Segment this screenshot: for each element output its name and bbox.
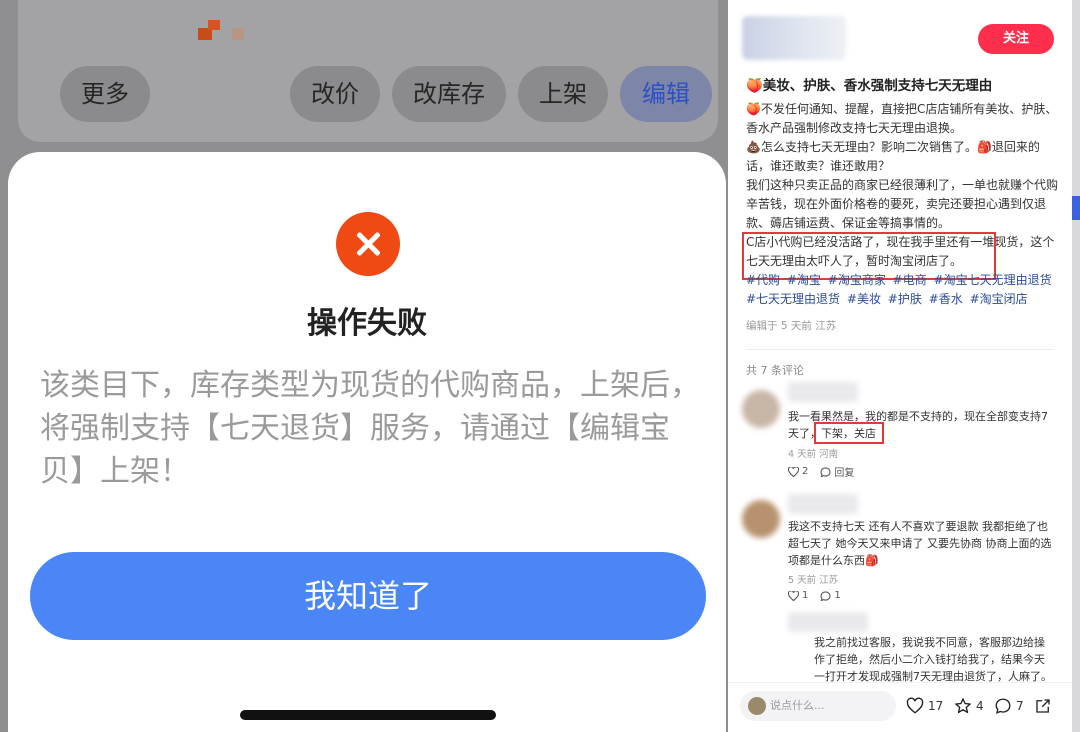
comment-meta: 5 天前 江苏 (788, 575, 839, 586)
highlight-box (814, 422, 884, 444)
product-toolbar-area: 更多 改价 改库存 上架 编辑 (18, 0, 718, 142)
follow-button[interactable]: 关注 (978, 24, 1054, 54)
dialog-message: 该类目下，库存类型为现货的代购商品，上架后，将强制支持【七天退货】服务，请通过【… (40, 368, 700, 489)
divider (746, 349, 1054, 350)
comment-like-count: 2 (802, 466, 809, 477)
tag-link[interactable]: #美妆 (847, 292, 881, 306)
star-icon (955, 698, 971, 714)
comment-input[interactable]: 说点什么... (740, 691, 896, 721)
comment-reply-label: 回复 (834, 468, 855, 479)
tag-link[interactable]: #七天无理由退货 (746, 292, 840, 306)
tag-link[interactable]: #淘宝 (787, 273, 821, 287)
heart-icon (906, 697, 924, 714)
like-button[interactable]: 17 (906, 697, 943, 715)
tag-link[interactable]: #电商 (893, 273, 927, 287)
my-avatar (748, 697, 766, 715)
reprice-button[interactable]: 改价 (290, 66, 380, 122)
screen-root: 更多 改价 改库存 上架 编辑 操作失败 该类目下，库存类型为现货的代购商品，上… (0, 0, 1080, 732)
confirm-button[interactable]: 我知道了 (30, 552, 706, 640)
comment-count: 共 7 条评论 (746, 364, 804, 377)
tag-link[interactable]: #淘宝七天无理由退货 (934, 273, 1052, 287)
share-icon (1036, 699, 1050, 713)
comment-like-count: 1 (802, 590, 809, 601)
tag-link[interactable]: #护肤 (888, 292, 922, 306)
comment-reply-button[interactable]: 回复 (820, 464, 854, 479)
commenter-avatar[interactable] (742, 390, 780, 428)
comment-text: 我之前找过客服，我说我不同意，客服那边给操作了拒绝，然后小二介入钱打给我了，结果… (814, 636, 1052, 683)
dialog-title: 操作失败 (307, 306, 427, 341)
background-accent (1072, 196, 1080, 220)
error-dialog: 操作失败 该类目下，库存类型为现货的代购商品，上架后，将强制支持【七天退货】服务… (8, 152, 726, 732)
comment-input-placeholder: 说点什么... (770, 699, 825, 712)
edit-button[interactable]: 编辑 (620, 66, 712, 122)
comment-like-button[interactable]: 2 (788, 464, 808, 479)
share-button[interactable] (1034, 697, 1052, 715)
more-button[interactable]: 更多 (60, 66, 150, 122)
tag-link[interactable]: #淘宝闭店 (970, 292, 1028, 306)
error-x-icon (336, 212, 400, 276)
chat-bubble-icon (820, 590, 831, 601)
comment-total: 7 (1016, 699, 1024, 713)
comment-like-button[interactable]: 1 (788, 590, 808, 601)
comment-meta: 4 天前 河南 (788, 449, 839, 460)
comment-reply-button[interactable]: 1 (820, 590, 841, 601)
comments-button[interactable]: 7 (994, 697, 1024, 715)
phone-screenshot: 更多 改价 改库存 上架 编辑 操作失败 该类目下，库存类型为现货的代购商品，上… (0, 0, 728, 732)
post-panel: 关注 🍑美妆、护肤、香水强制支持七天无理由 🍑不发任何通知、提醒，直接把C店店铺… (728, 0, 1072, 732)
shelve-button[interactable]: 上架 (518, 66, 608, 122)
comment-actions: 1 1 (788, 590, 841, 601)
favorite-count: 4 (976, 699, 984, 713)
comment-text: 我这不支持七天 还有人不喜欢了要退款 我都拒绝了也超七天了 她今天又来申请了 又… (788, 520, 1052, 567)
heart-icon (788, 590, 799, 601)
chat-bubble-icon (995, 698, 1011, 714)
background-window-edge (1072, 0, 1080, 732)
post-title: 🍑美妆、护肤、香水强制支持七天无理由 (746, 78, 993, 94)
home-indicator (240, 710, 496, 720)
like-count: 17 (928, 699, 944, 713)
commenter-name[interactable] (788, 382, 858, 402)
comment-reply-count: 1 (834, 590, 841, 601)
tag-link[interactable]: #香水 (929, 292, 963, 306)
author-avatar[interactable] (742, 16, 846, 60)
chat-bubble-icon (820, 466, 831, 477)
favorite-button[interactable]: 4 (954, 697, 984, 715)
post-edit-info: 编辑于 5 天前 江苏 (746, 320, 837, 332)
post-paragraph: 我们这种只卖正品的商家已经很薄利了，一单也就赚个代购辛苦钱，现在外面价格卷的要死… (746, 178, 1059, 230)
commenter-avatar[interactable] (742, 500, 780, 538)
post-tags: #代购 #淘宝 #淘宝商家 #电商 #淘宝七天无理由退货 #七天无理由退货 #美… (746, 271, 1062, 309)
post-paragraph: 🍑不发任何通知、提醒，直接把C店店铺所有美妆、护肤、香水产品强制修改支持七天无理… (746, 102, 1058, 135)
bottom-action-bar: 说点什么... 17 4 7 (728, 682, 1072, 732)
restock-button[interactable]: 改库存 (392, 66, 506, 122)
comment-actions: 2 回复 (788, 464, 854, 479)
tag-link[interactable]: #代购 (746, 273, 780, 287)
tag-link[interactable]: #淘宝商家 (828, 273, 886, 287)
heart-icon (788, 466, 799, 477)
store-logo-icon (198, 20, 244, 42)
post-paragraph: 💩怎么支持七天无理由？影响二次销售了。🎒退回来的话，谁还敢卖？谁还敢用？ (746, 140, 1040, 173)
commenter-name[interactable] (788, 612, 868, 632)
commenter-name[interactable] (788, 494, 858, 514)
